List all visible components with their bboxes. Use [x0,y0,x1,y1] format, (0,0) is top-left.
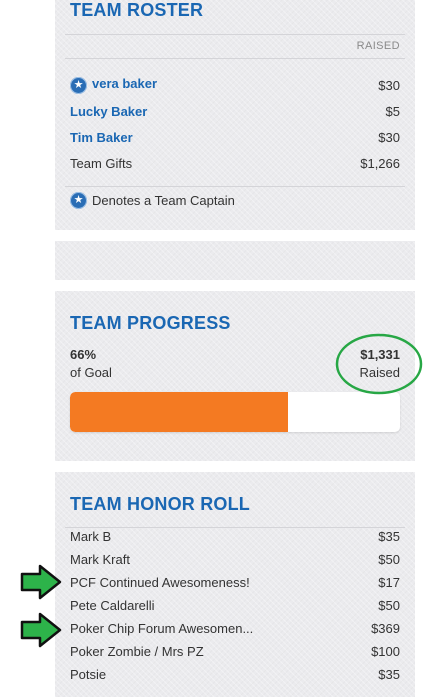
donor-amount: $100 [371,643,400,659]
percent-of-goal: 66% [70,347,97,362]
honor-roll-row: Mark B $35 [70,526,400,546]
roster-row: Tim Baker $30 [70,127,400,147]
star-badge-icon: ★ [70,76,87,94]
raised-label: Raised [359,365,400,380]
roster-amount: $30 [378,77,400,93]
roster-row: Team Gifts $1,266 [70,153,400,173]
donor-amount: $17 [378,574,400,590]
star-badge-icon: ★ [70,192,87,209]
donor-name: Mark Kraft [70,551,130,567]
roster-member-link[interactable]: vera baker [92,76,157,91]
honor-roll-row: Pete Caldarelli $50 [70,595,400,615]
team-honor-roll-heading: TEAM HONOR ROLL [70,494,250,514]
roster-amount: $1,266 [360,155,400,171]
honor-roll-row: Potsie $35 [70,664,400,684]
divider [65,186,405,187]
donor-name: PCF Continued Awesomeness! [70,574,250,590]
team-honor-roll-card: TEAM HONOR ROLL Mark B $35 Mark Kraft $5… [55,472,415,697]
captain-legend: ★ Denotes a Team Captain [70,192,235,209]
divider [65,34,405,35]
team-roster-card: TEAM ROSTER RAISED ★ vera baker $30 Lucky… [55,0,415,230]
roster-amount: $30 [378,129,400,145]
raised-column-header: RAISED [356,40,400,52]
progress-bar [70,392,400,432]
roster-member-link[interactable]: Lucky Baker [70,104,147,119]
donor-name: Mark B [70,528,112,544]
progress-bar-fill [70,392,288,432]
donor-name: Poker Zombie / Mrs PZ [70,643,204,659]
donor-name: Poker Chip Forum Awesomen... [70,620,254,636]
team-progress-heading: TEAM PROGRESS [70,313,231,333]
honor-roll-row: PCF Continued Awesomeness! $17 [70,572,400,592]
team-progress-card: TEAM PROGRESS 66% of Goal $1,331 Raised [55,291,415,461]
honor-roll-row: Poker Chip Forum Awesomen... $369 [70,618,400,638]
green-arrow-icon [20,612,62,648]
roster-row: Lucky Baker $5 [70,101,400,121]
donor-amount: $50 [378,551,400,567]
divider [65,58,405,59]
team-gifts-label: Team Gifts [70,155,133,171]
donor-name: Potsie [70,666,107,682]
donor-amount: $35 [378,528,400,544]
roster-row: ★ vera baker $30 [70,75,400,95]
honor-roll-row: Poker Zombie / Mrs PZ $100 [70,641,400,661]
donor-amount: $369 [371,620,400,636]
of-goal-label: of Goal [70,365,112,380]
empty-panel [55,241,415,280]
roster-amount: $5 [385,103,400,119]
donor-name: Pete Caldarelli [70,597,155,613]
roster-member-link[interactable]: Tim Baker [70,130,133,145]
honor-roll-row: Mark Kraft $50 [70,549,400,569]
donor-amount: $35 [378,666,400,682]
green-arrow-icon [20,564,62,600]
team-roster-heading: TEAM ROSTER [70,0,204,20]
captain-legend-text: Denotes a Team Captain [92,193,235,208]
raised-amount: $1,331 [360,347,400,362]
donor-amount: $50 [378,597,400,613]
